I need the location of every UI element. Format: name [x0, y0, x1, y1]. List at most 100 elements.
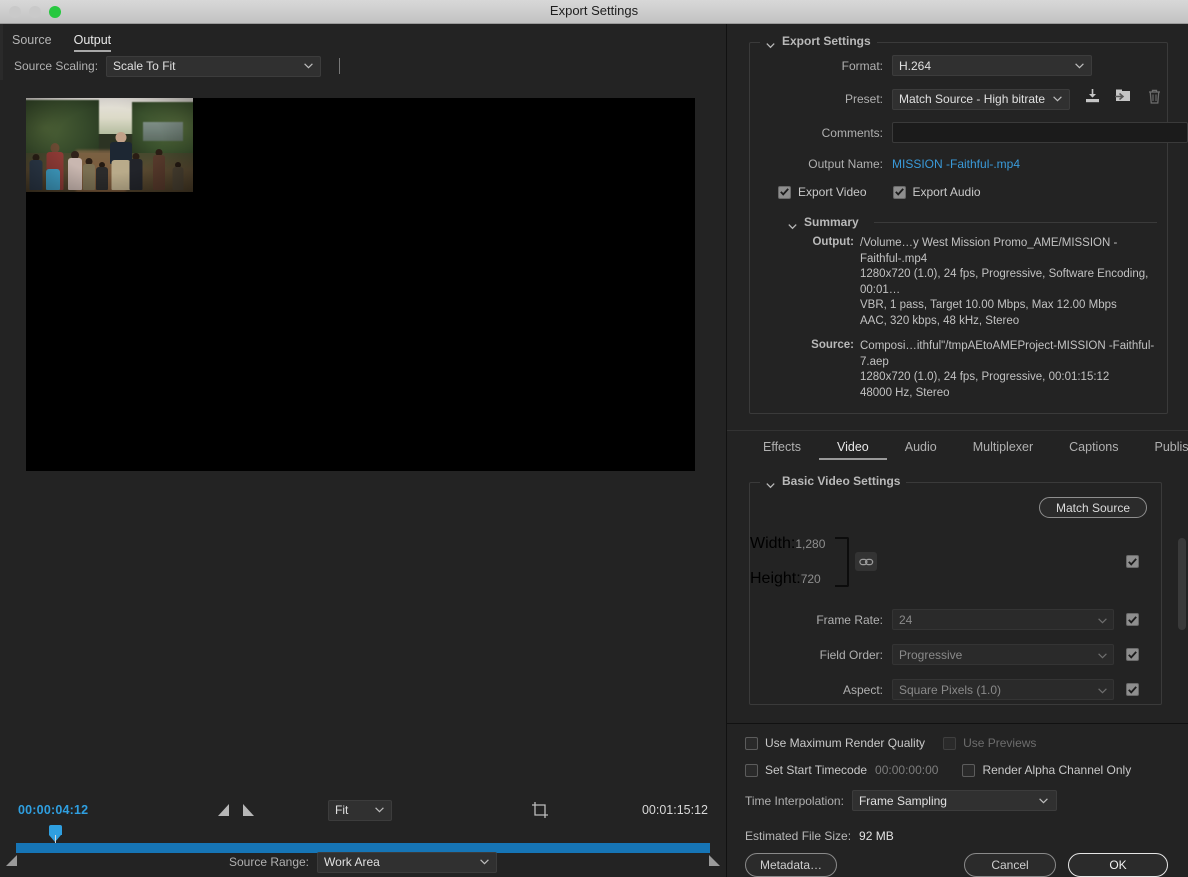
chevron-down-icon[interactable] [766, 37, 775, 48]
export-video-checkbox[interactable]: Export Video [778, 185, 867, 199]
source-scaling-select[interactable]: Scale To Fit [106, 55, 322, 77]
scrub-track-wrap[interactable] [0, 825, 726, 866]
source-range-label: Source Range: [228, 855, 310, 869]
mark-in-icon[interactable] [218, 804, 229, 816]
export-settings-group-title: Export Settings [782, 34, 871, 48]
crop-aspect-icon[interactable] [531, 801, 549, 819]
window-titlebar: Export Settings [0, 0, 1188, 24]
preset-label: Preset: [844, 92, 883, 106]
render-alpha-only-label: Render Alpha Channel Only [982, 763, 1132, 777]
frame-rate-label: Frame Rate: [816, 612, 883, 627]
preview-canvas[interactable] [26, 98, 695, 471]
tab-output[interactable]: Output [73, 33, 112, 52]
current-timecode[interactable]: 00:00:04:12 [18, 803, 88, 817]
chevron-down-icon [1098, 613, 1107, 627]
import-preset-icon[interactable] [1084, 88, 1101, 110]
export-preset-icon[interactable] [1115, 88, 1132, 110]
width-value[interactable]: 1,280 [795, 537, 825, 551]
aspect-match-checkbox[interactable] [1126, 683, 1139, 696]
set-start-timecode-label: Set Start Timecode [765, 763, 868, 777]
chevron-down-icon [478, 856, 490, 868]
settings-scrollbar[interactable] [1178, 538, 1186, 630]
use-previews-label: Use Previews [963, 736, 1037, 750]
set-start-timecode-checkbox[interactable]: Set Start Timecode [745, 763, 867, 777]
preset-select[interactable]: Match Source - High bitrate [892, 88, 1071, 110]
source-range-value: Work Area [324, 855, 380, 869]
frame-rate-select[interactable]: 24 [892, 609, 1114, 630]
format-row: Format: H.264 [750, 55, 1167, 76]
export-settings-group-header[interactable]: Export Settings [760, 34, 877, 48]
format-select[interactable]: H.264 [892, 55, 1092, 76]
basic-video-settings-title: Basic Video Settings [782, 474, 901, 488]
time-interpolation-select[interactable]: Frame Sampling [851, 790, 1057, 811]
source-range-row: Source Range: Work Area [0, 851, 726, 873]
tab-effects[interactable]: Effects [745, 440, 819, 460]
export-audio-label: Export Audio [912, 185, 981, 199]
tab-audio[interactable]: Audio [887, 440, 955, 460]
output-name-link[interactable]: MISSION -Faithful-.mp4 [892, 157, 1020, 171]
render-alpha-only-checkbox[interactable]: Render Alpha Channel Only [962, 763, 1131, 777]
estimated-file-size-row: Estimated File Size: 92 MB [745, 829, 1168, 843]
summary-output-block: Output: /Volume…y West Mission Promo_AME… [788, 236, 1157, 329]
frame-rate-match-checkbox[interactable] [1126, 613, 1139, 626]
match-source-row: Match Source [750, 483, 1161, 518]
height-value[interactable]: 720 [801, 572, 821, 586]
source-scaling-row: Source Scaling: Scale To Fit [0, 52, 726, 80]
ok-button[interactable]: OK [1068, 853, 1168, 877]
estimated-file-size-label: Estimated File Size: [745, 829, 852, 843]
tab-captions[interactable]: Captions [1051, 440, 1136, 460]
aspect-select[interactable]: Square Pixels (1.0) [892, 679, 1114, 700]
summary-source-line: 1280x720 (1.0), 24 fps, Progressive, 00:… [860, 371, 1110, 383]
aspect-value: Square Pixels (1.0) [899, 682, 1002, 697]
cancel-button[interactable]: Cancel [964, 853, 1056, 877]
summary-source-line: 48000 Hz, Stereo [860, 386, 950, 399]
mark-in-out-group [218, 804, 254, 816]
start-timecode-value[interactable]: 00:00:00:00 [875, 763, 938, 777]
chevron-down-icon [1098, 648, 1107, 662]
chevron-down-icon[interactable] [788, 218, 797, 229]
basic-video-settings-header[interactable]: Basic Video Settings [760, 474, 907, 488]
field-order-match-checkbox[interactable] [1126, 648, 1139, 661]
zoom-level-select[interactable]: Fit [328, 799, 392, 821]
field-order-select[interactable]: Progressive [892, 644, 1114, 665]
metadata-button[interactable]: Metadata… [745, 853, 838, 877]
tab-multiplexer[interactable]: Multiplexer [955, 440, 1051, 460]
preview-tabs: Source Output [0, 24, 726, 52]
use-max-render-quality-checkbox[interactable]: Use Maximum Render Quality [745, 736, 925, 750]
summary-source-key: Source: [811, 339, 854, 351]
summary-output-line: AAC, 320 kbps, 48 kHz, Stereo [860, 314, 1020, 327]
match-source-button[interactable]: Match Source [1038, 497, 1147, 518]
checkbox-unchecked-icon [745, 736, 758, 750]
mark-out-icon[interactable] [243, 804, 254, 816]
chevron-down-icon [1098, 683, 1107, 697]
chevron-down-icon [373, 804, 385, 816]
zoom-level-value: Fit [335, 803, 349, 817]
export-audio-checkbox[interactable]: Export Audio [892, 185, 981, 199]
checkbox-checked-icon [892, 185, 906, 199]
checkbox-unchecked-icon [962, 763, 976, 777]
frame-rate-row: Frame Rate: 24 [750, 609, 1161, 630]
export-settings-group: Export Settings Format: H.264 Preset: Ma… [749, 34, 1188, 414]
summary-output-line: /Volume…y West Mission Promo_AME/MISSION… [860, 237, 1118, 265]
tab-publish[interactable]: Publish [1137, 440, 1188, 460]
export-settings-window: Export Settings Source Output Source Sca… [0, 0, 1188, 877]
tab-source[interactable]: Source [12, 33, 52, 52]
summary-output-lines: /Volume…y West Mission Promo_AME/MISSION… [860, 236, 1157, 329]
preview-frame-thumbnail [26, 98, 193, 192]
source-range-select[interactable]: Work Area [317, 851, 498, 873]
link-chain-icon[interactable] [855, 552, 878, 571]
window-title: Export Settings [549, 3, 639, 18]
time-interpolation-label: Time Interpolation: [745, 793, 844, 808]
dimensions-match-checkbox[interactable] [1126, 555, 1139, 568]
summary-source-block: Source: Composi…ithful"/tmpAEtoAMEProjec… [788, 339, 1157, 401]
summary-header[interactable]: Summary [788, 215, 1157, 229]
summary-source-line: Composi…ithful"/tmpAEtoAMEProject-MISSIO… [860, 340, 1155, 368]
chevron-down-icon[interactable] [766, 477, 775, 488]
comments-input[interactable] [892, 122, 1188, 143]
dimension-bracket [835, 536, 850, 587]
tab-video[interactable]: Video [818, 440, 887, 460]
dimensions-row: Width: 1,280 Height: 720 [750, 532, 1161, 591]
output-name-row: Output Name: MISSION -Faithful-.mp4 [750, 155, 1167, 173]
text-caret [339, 58, 341, 74]
summary-section: Summary Output: /Volume…y West Mission P… [788, 215, 1167, 401]
